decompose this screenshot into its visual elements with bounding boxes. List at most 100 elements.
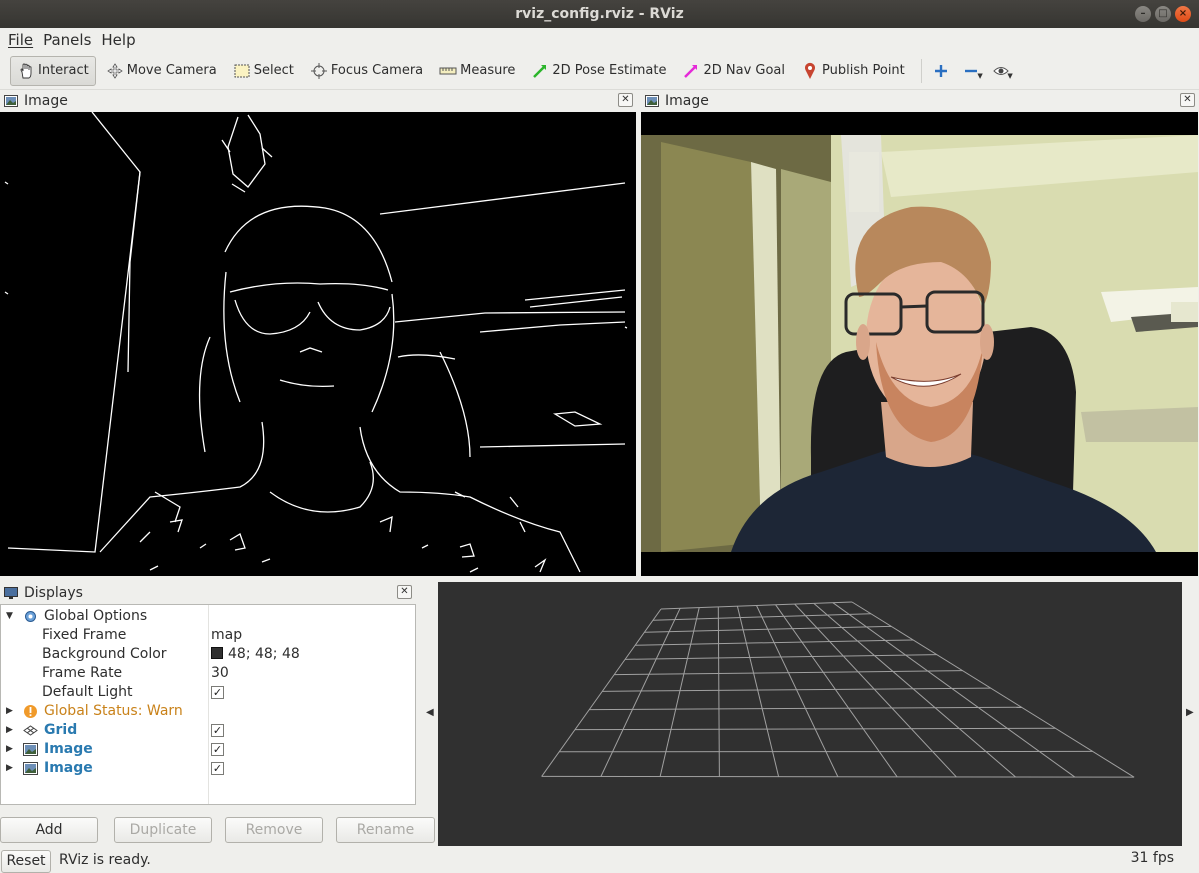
grid-checkbox[interactable]: ✓ bbox=[211, 724, 224, 737]
view-tool-button[interactable]: ▼ bbox=[988, 56, 1014, 86]
status-bar: Reset RViz is ready. 31 fps bbox=[0, 848, 1199, 873]
tree-row-default-light[interactable]: Default Light ✓ bbox=[1, 683, 415, 702]
remove-button[interactable]: Remove bbox=[225, 817, 323, 843]
menu-file[interactable]: File bbox=[4, 28, 37, 52]
close-panel-button[interactable]: ✕ bbox=[397, 585, 412, 599]
image-panel-icon bbox=[645, 95, 659, 107]
map-pin-icon bbox=[801, 62, 819, 80]
close-panel-button[interactable]: ✕ bbox=[618, 93, 633, 107]
tree-row-fixed-frame[interactable]: Fixed Frame map bbox=[1, 626, 415, 645]
reset-button[interactable]: Reset bbox=[1, 850, 51, 873]
interact-tool-button[interactable]: Interact bbox=[10, 55, 96, 86]
add-tool-button[interactable] bbox=[928, 56, 954, 86]
select-label: Select bbox=[253, 63, 294, 78]
edge-detection-image bbox=[4, 112, 628, 573]
pose-estimate-tool-button[interactable]: 2D Pose Estimate bbox=[525, 56, 672, 86]
frame-rate-label: Frame Rate bbox=[42, 665, 123, 681]
interact-label: Interact bbox=[38, 63, 89, 78]
menu-help[interactable]: Help bbox=[97, 28, 139, 52]
maximize-icon[interactable]: □ bbox=[1155, 6, 1171, 22]
tree-row-background-color[interactable]: Background Color 48; 48; 48 bbox=[1, 645, 415, 664]
expand-arrow-icon[interactable]: ▶ bbox=[6, 759, 13, 778]
image-2-checkbox[interactable]: ✓ bbox=[211, 762, 224, 775]
close-icon[interactable]: × bbox=[1175, 6, 1191, 22]
grid-line bbox=[775, 604, 898, 778]
collapse-left-arrow-icon[interactable]: ◀ bbox=[426, 707, 434, 718]
focus-camera-icon bbox=[310, 62, 328, 80]
grid-line bbox=[574, 727, 1056, 731]
tree-row-image-2[interactable]: ▶ Image ✓ bbox=[1, 759, 415, 778]
eye-icon bbox=[993, 66, 1009, 75]
panel-title: Displays bbox=[24, 585, 83, 601]
frame-rate-value[interactable]: 30 bbox=[211, 664, 229, 683]
image-1-checkbox[interactable]: ✓ bbox=[211, 743, 224, 756]
image-panel-icon bbox=[4, 95, 18, 107]
add-button[interactable]: Add bbox=[0, 817, 98, 843]
select-rect-icon bbox=[233, 62, 251, 80]
close-panel-button[interactable]: ✕ bbox=[1180, 93, 1195, 107]
image-panel-left: Image ✕ bbox=[0, 91, 637, 577]
fps-counter: 31 fps bbox=[1130, 850, 1174, 866]
expand-arrow-icon[interactable]: ▼ bbox=[6, 607, 13, 626]
render-3d-view[interactable] bbox=[438, 582, 1182, 846]
grid-line bbox=[832, 602, 1076, 778]
image-panel-right: Image ✕ bbox=[641, 91, 1199, 577]
tree-row-image-1[interactable]: ▶ Image ✓ bbox=[1, 740, 415, 759]
background-color-value[interactable]: 48; 48; 48 bbox=[211, 645, 300, 664]
background-color-text: 48; 48; 48 bbox=[228, 646, 300, 662]
default-light-checkbox[interactable]: ✓ bbox=[211, 686, 224, 699]
publish-point-tool-button[interactable]: Publish Point bbox=[795, 56, 911, 86]
duplicate-button[interactable]: Duplicate bbox=[114, 817, 212, 843]
expand-arrow-icon[interactable]: ▶ bbox=[6, 740, 13, 759]
tree-row-global-status[interactable]: ▶ Global Status: Warn bbox=[1, 702, 415, 721]
grid-line bbox=[541, 775, 1135, 778]
camera-image-view bbox=[641, 112, 1198, 576]
panel-title: Image bbox=[665, 93, 709, 109]
panel-header: Displays ✕ bbox=[0, 583, 418, 603]
grid-line bbox=[736, 606, 780, 777]
display-tree[interactable]: ▼ Global Options Fixed Frame map Backgro… bbox=[0, 604, 416, 805]
dropdown-arrow-icon: ▼ bbox=[977, 71, 983, 80]
rename-button[interactable]: Rename bbox=[336, 817, 435, 843]
grid-line bbox=[851, 601, 1135, 778]
hand-icon bbox=[17, 62, 35, 80]
global-status-label: Global Status: Warn bbox=[44, 703, 183, 719]
edge-image-view bbox=[0, 112, 636, 576]
warning-icon bbox=[24, 705, 37, 718]
expand-arrow-icon[interactable]: ▶ bbox=[6, 702, 13, 721]
dropdown-arrow-icon: ▼ bbox=[1007, 71, 1013, 80]
nav-goal-tool-button[interactable]: 2D Nav Goal bbox=[676, 56, 791, 86]
grid-icon bbox=[23, 725, 38, 736]
camera-image bbox=[641, 112, 1198, 576]
toolbar: Interact Move Camera Select Focus Camera… bbox=[0, 52, 1199, 90]
move-camera-tool-button[interactable]: Move Camera bbox=[100, 56, 223, 86]
minimize-icon[interactable]: – bbox=[1135, 6, 1151, 22]
panel-header: Image ✕ bbox=[0, 91, 637, 111]
tree-row-frame-rate[interactable]: Frame Rate 30 bbox=[1, 664, 415, 683]
move-camera-icon bbox=[106, 62, 124, 80]
collapse-right-arrow-icon[interactable]: ▶ bbox=[1186, 707, 1194, 718]
tree-row-grid[interactable]: ▶ Grid ✓ bbox=[1, 721, 415, 740]
remove-tool-button[interactable]: ▼ bbox=[958, 56, 984, 86]
menu-bar: File Panels Help bbox=[0, 28, 1199, 52]
monitor-icon bbox=[4, 587, 18, 599]
displays-panel: Displays ✕ ▼ Global Options Fixed Frame … bbox=[0, 583, 435, 845]
tree-row-global-options[interactable]: ▼ Global Options bbox=[1, 607, 415, 626]
status-message: RViz is ready. bbox=[59, 852, 151, 868]
color-swatch bbox=[211, 647, 223, 659]
measure-tool-button[interactable]: Measure bbox=[433, 56, 521, 86]
expand-arrow-icon[interactable]: ▶ bbox=[6, 721, 13, 740]
background-color-label: Background Color bbox=[42, 646, 167, 662]
move-camera-label: Move Camera bbox=[126, 63, 217, 78]
display-buttons: Add Duplicate Remove Rename bbox=[0, 817, 435, 843]
grid-line bbox=[717, 606, 720, 777]
fixed-frame-value[interactable]: map bbox=[211, 626, 242, 645]
focus-camera-tool-button[interactable]: Focus Camera bbox=[304, 56, 429, 86]
grid-display bbox=[541, 601, 1135, 778]
magenta-arrow-icon bbox=[682, 62, 700, 80]
pose-estimate-label: 2D Pose Estimate bbox=[552, 63, 667, 78]
panel-title: Image bbox=[24, 93, 68, 109]
panel-header: Image ✕ bbox=[641, 91, 1199, 111]
select-tool-button[interactable]: Select bbox=[227, 56, 300, 86]
menu-panels[interactable]: Panels bbox=[39, 28, 95, 52]
